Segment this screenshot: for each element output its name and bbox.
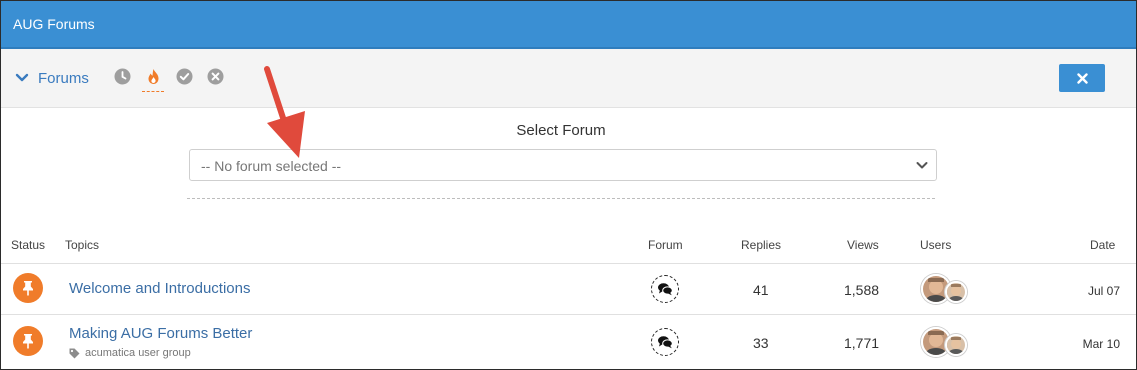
active-filter-underline xyxy=(142,91,164,92)
app-header: AUG Forums xyxy=(1,1,1136,49)
date: Mar 10 xyxy=(1082,337,1120,351)
avatar[interactable] xyxy=(945,281,967,303)
header-views: Views xyxy=(847,238,879,252)
check-circle-icon[interactable] xyxy=(176,68,193,85)
chevron-down-icon xyxy=(916,162,928,169)
avatar[interactable] xyxy=(945,334,967,356)
replies-count: 33 xyxy=(753,335,769,351)
chevron-down-icon xyxy=(15,73,29,82)
header-date: Date xyxy=(1090,238,1116,252)
forums-toggle[interactable]: Forums xyxy=(15,68,89,88)
app-title: AUG Forums xyxy=(13,16,95,32)
annotation-arrow-icon xyxy=(264,66,305,158)
date: Jul 07 xyxy=(1087,284,1120,298)
forums-toolbar: Forums xyxy=(1,49,1136,108)
close-icon xyxy=(1076,72,1088,84)
header-topics: Topics xyxy=(65,238,100,252)
pin-icon xyxy=(13,273,43,303)
comments-icon[interactable] xyxy=(651,328,679,356)
header-users: Users xyxy=(920,238,952,252)
topic-link[interactable]: Welcome and Introductions xyxy=(69,280,251,297)
row-divider xyxy=(1,314,1136,315)
replies-count: 41 xyxy=(753,282,769,298)
forums-label: Forums xyxy=(38,69,89,87)
filter-icons xyxy=(114,68,224,92)
x-circle-icon[interactable] xyxy=(207,68,224,85)
clock-icon[interactable] xyxy=(114,68,131,85)
select-forum-label: Select Forum xyxy=(516,122,606,139)
topic-link[interactable]: Making AUG Forums Better xyxy=(69,325,252,342)
header-status: Status xyxy=(11,238,46,252)
comments-icon[interactable] xyxy=(651,275,679,303)
app-window: AUG Forums Forums Select Forum -- No for… xyxy=(0,0,1137,370)
close-button[interactable] xyxy=(1059,64,1105,92)
divider xyxy=(187,198,935,199)
views-count: 1,588 xyxy=(844,282,880,298)
fire-icon[interactable] xyxy=(142,68,164,92)
pin-icon xyxy=(13,326,43,356)
tag-icon xyxy=(69,348,80,358)
header-replies: Replies xyxy=(741,238,782,252)
row-divider xyxy=(1,263,1136,264)
topic-tag-label: acumatica user group xyxy=(85,347,191,359)
views-count: 1,771 xyxy=(844,335,880,351)
topic-tag[interactable]: acumatica user group xyxy=(69,347,191,359)
header-forum: Forum xyxy=(648,238,683,252)
